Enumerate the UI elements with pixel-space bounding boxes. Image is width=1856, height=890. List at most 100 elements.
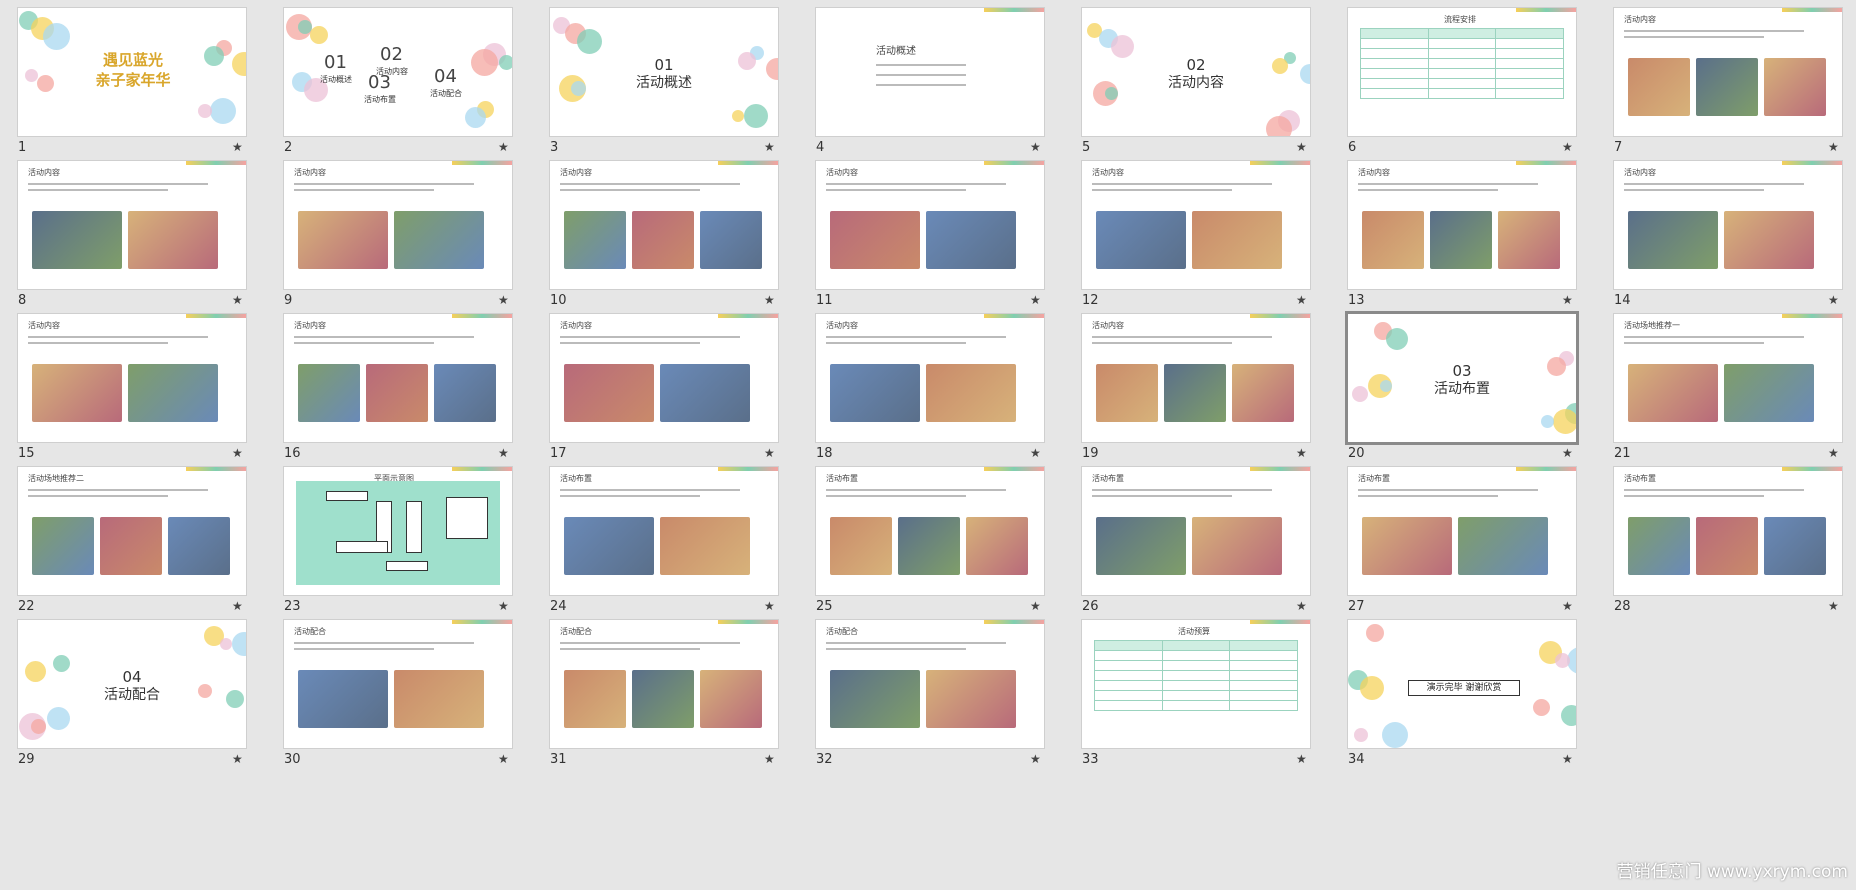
- slide-photo: [1362, 517, 1452, 575]
- slide-thumbnail[interactable]: 活动内容 7 ★: [1596, 0, 1856, 170]
- slide-photo: [898, 517, 960, 575]
- slide-thumbnail[interactable]: 活动概述 4 ★: [798, 0, 1064, 170]
- slide-thumbnail[interactable]: 流程安排 6 ★: [1330, 0, 1596, 170]
- slide-thumbnail[interactable]: 02 活动内容 5 ★: [1064, 0, 1330, 170]
- slide-thumbnail[interactable]: 活动内容 11 ★: [798, 153, 1064, 323]
- slide-thumbnail[interactable]: 04 活动配合 29 ★: [0, 612, 266, 782]
- slide-star-icon[interactable]: ★: [1030, 140, 1041, 154]
- slide-star-icon[interactable]: ★: [1562, 599, 1573, 613]
- slide-star-icon[interactable]: ★: [1030, 293, 1041, 307]
- slide-thumbnail[interactable]: 活动配合 30 ★: [266, 612, 532, 782]
- slide-thumbnail[interactable]: 活动内容 14 ★: [1596, 153, 1856, 323]
- slide-thumbnail[interactable]: 活动布置 28 ★: [1596, 459, 1856, 629]
- slide-star-icon[interactable]: ★: [1296, 446, 1307, 460]
- slide-star-icon[interactable]: ★: [1030, 752, 1041, 766]
- slide-photo: [632, 670, 694, 728]
- slide-photo: [366, 364, 428, 422]
- slide-thumbnail[interactable]: 活动配合 31 ★: [532, 612, 798, 782]
- slide-star-icon[interactable]: ★: [764, 293, 775, 307]
- slide-star-icon[interactable]: ★: [1828, 140, 1839, 154]
- slide-thumbnail[interactable]: 活动预算 33 ★: [1064, 612, 1330, 782]
- slide-star-icon[interactable]: ★: [764, 599, 775, 613]
- slide-star-icon[interactable]: ★: [498, 140, 509, 154]
- slide-canvas: 活动内容: [1348, 161, 1576, 289]
- slide-thumbnail[interactable]: 活动内容 10 ★: [532, 153, 798, 323]
- slide-star-icon[interactable]: ★: [232, 140, 243, 154]
- slide-star-icon[interactable]: ★: [498, 599, 509, 613]
- slide-canvas: 活动内容: [1614, 8, 1842, 136]
- decor-dot: [1561, 705, 1576, 726]
- slide-thumbnail[interactable]: 遇见蓝光 亲子家年华 1 ★: [0, 0, 266, 170]
- slide-thumbnail[interactable]: 活动布置 25 ★: [798, 459, 1064, 629]
- slide-number: 31: [550, 752, 567, 767]
- text-line: [1092, 336, 1272, 338]
- slide-photo: [830, 364, 920, 422]
- slide-star-icon[interactable]: ★: [1296, 140, 1307, 154]
- slide-star-icon[interactable]: ★: [1828, 446, 1839, 460]
- slide-star-icon[interactable]: ★: [1562, 752, 1573, 766]
- slide-thumbnail[interactable]: 活动内容 13 ★: [1330, 153, 1596, 323]
- slide-star-icon[interactable]: ★: [1296, 293, 1307, 307]
- header-stripe: [1782, 161, 1842, 165]
- slide-thumbnail[interactable]: 活动内容 19 ★: [1064, 306, 1330, 476]
- slide-thumbnail[interactable]: 活动布置 27 ★: [1330, 459, 1596, 629]
- slide-star-icon[interactable]: ★: [1562, 446, 1573, 460]
- section-title-block: 03 活动布置: [1348, 362, 1576, 398]
- slide-thumbnail[interactable]: 活动内容 18 ★: [798, 306, 1064, 476]
- slide-star-icon[interactable]: ★: [1296, 752, 1307, 766]
- text-line: [1092, 342, 1232, 344]
- slide-star-icon[interactable]: ★: [1828, 599, 1839, 613]
- slide-photo: [830, 211, 920, 269]
- slide-thumbnail[interactable]: 活动内容 17 ★: [532, 306, 798, 476]
- slide-star-icon[interactable]: ★: [1562, 293, 1573, 307]
- slide-thumbnail[interactable]: 活动内容 8 ★: [0, 153, 266, 323]
- slide-thumbnail[interactable]: 活动内容 9 ★: [266, 153, 532, 323]
- slide-photo: [660, 364, 750, 422]
- slide-star-icon[interactable]: ★: [1828, 293, 1839, 307]
- slide-thumbnail[interactable]: 活动场地推荐一 21 ★: [1596, 306, 1856, 476]
- slide-header: 活动内容: [1358, 168, 1390, 177]
- slide-star-icon[interactable]: ★: [498, 752, 509, 766]
- slide-thumbnail[interactable]: 活动内容 16 ★: [266, 306, 532, 476]
- slide-star-icon[interactable]: ★: [232, 752, 243, 766]
- slide-canvas: 活动场地推荐一: [1614, 314, 1842, 442]
- slide-star-icon[interactable]: ★: [764, 446, 775, 460]
- slide-star-icon[interactable]: ★: [232, 293, 243, 307]
- header-stripe: [1516, 161, 1576, 165]
- slide-star-icon[interactable]: ★: [498, 446, 509, 460]
- slide-thumbnail[interactable]: 活动布置 26 ★: [1064, 459, 1330, 629]
- slide-thumbnail[interactable]: 演示完毕 谢谢欣赏 34 ★: [1330, 612, 1596, 782]
- slide-star-icon[interactable]: ★: [1296, 599, 1307, 613]
- slide-star-icon[interactable]: ★: [1030, 446, 1041, 460]
- slide-photo: [926, 364, 1016, 422]
- slide-star-icon[interactable]: ★: [232, 599, 243, 613]
- slide-thumbnail[interactable]: 01 活动概述 02 活动内容 03 活动布置 04 活动配合 2 ★: [266, 0, 532, 170]
- text-line: [1358, 189, 1498, 191]
- text-line: [560, 489, 740, 491]
- slide-canvas: 活动内容: [1082, 314, 1310, 442]
- slide-thumbnail[interactable]: 平面示意图 23 ★: [266, 459, 532, 629]
- slide-thumbnail[interactable]: 01 活动概述 3 ★: [532, 0, 798, 170]
- slide-header: 活动概述: [876, 46, 916, 57]
- decor-dot: [31, 719, 46, 734]
- slide-number: 34: [1348, 752, 1365, 767]
- header-stripe: [1250, 314, 1310, 318]
- slide-canvas: 02 活动内容: [1082, 8, 1310, 136]
- slide-photo: [1628, 58, 1690, 116]
- slide-star-icon[interactable]: ★: [232, 446, 243, 460]
- slide-thumbnail[interactable]: 03 活动布置 20 ★: [1330, 306, 1596, 476]
- slide-header: 活动内容: [1624, 15, 1656, 24]
- slide-thumbnail[interactable]: 活动配合 32 ★: [798, 612, 1064, 782]
- slide-star-icon[interactable]: ★: [1562, 140, 1573, 154]
- slide-thumbnail[interactable]: 活动场地推荐二 22 ★: [0, 459, 266, 629]
- slide-photo: [564, 670, 626, 728]
- slide-star-icon[interactable]: ★: [764, 752, 775, 766]
- header-stripe: [186, 467, 246, 471]
- slide-star-icon[interactable]: ★: [498, 293, 509, 307]
- slide-star-icon[interactable]: ★: [764, 140, 775, 154]
- slide-star-icon[interactable]: ★: [1030, 599, 1041, 613]
- slide-thumbnail[interactable]: 活动内容 15 ★: [0, 306, 266, 476]
- slide-thumbnail[interactable]: 活动内容 12 ★: [1064, 153, 1330, 323]
- slide-thumbnail[interactable]: 活动布置 24 ★: [532, 459, 798, 629]
- text-line: [1624, 495, 1764, 497]
